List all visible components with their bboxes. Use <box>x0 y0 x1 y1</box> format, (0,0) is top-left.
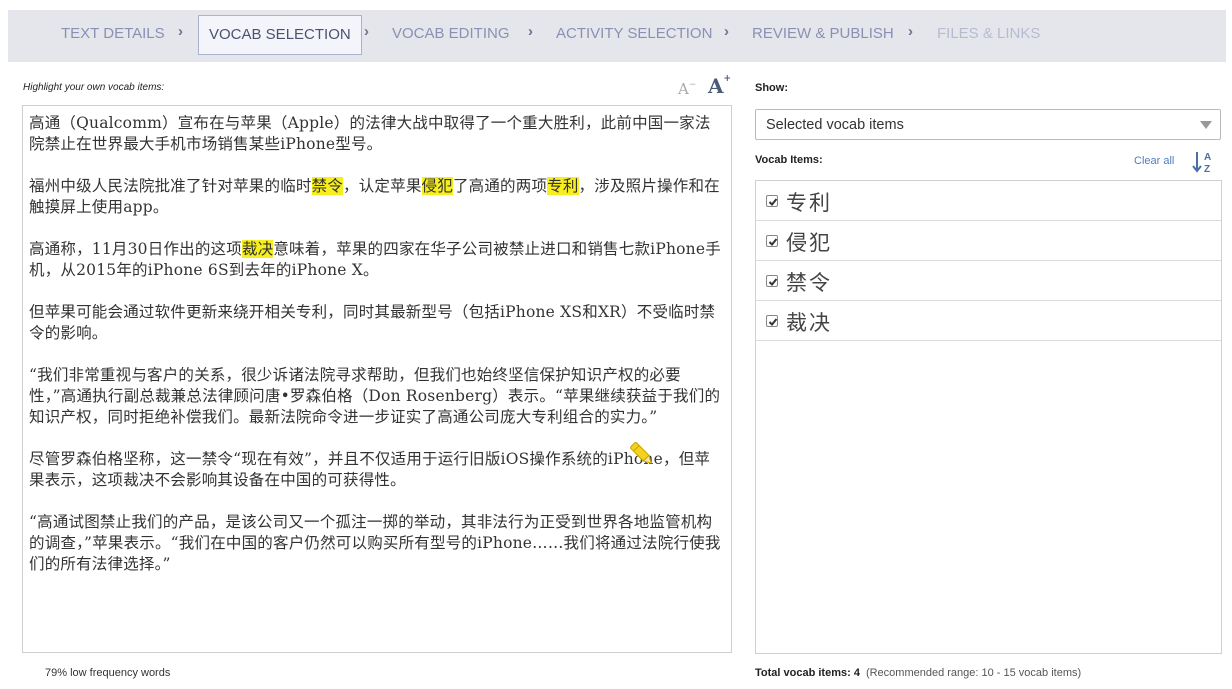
article-paragraph[interactable]: 福州中级人民法院批准了针对苹果的临时禁令，认定苹果侵犯了高通的两项专利，涉及照片… <box>29 176 725 218</box>
article-paragraph[interactable]: 但苹果可能会通过软件更新来绕开相关专利，同时其最新型号（包括iPhone XS和… <box>29 302 725 344</box>
svg-text:Z: Z <box>1204 164 1210 175</box>
vocab-word: 禁令 <box>786 271 832 295</box>
sort-az-icon[interactable]: A Z <box>1190 149 1218 175</box>
show-label: Show: <box>755 82 788 94</box>
highlighted-vocab[interactable]: 专利 <box>547 177 579 195</box>
article-paragraph[interactable]: 高通称，11月30日作出的这项裁决意味着，苹果的四家在华子公司被禁止进口和销售七… <box>29 239 725 281</box>
vocab-item[interactable]: 裁决 <box>756 301 1221 341</box>
vocab-checkbox[interactable] <box>766 195 778 207</box>
chevron-down-icon <box>1200 121 1212 129</box>
step-vocab-selection[interactable]: VOCAB SELECTION <box>198 15 362 55</box>
article-paragraph[interactable]: “高通试图禁止我们的产品，是该公司又一个孤注一掷的举动，其非法行为正受到世界各地… <box>29 512 725 575</box>
highlight-instruction: Highlight your own vocab items: <box>23 82 165 93</box>
vocab-checkbox[interactable] <box>766 235 778 247</box>
vocab-word: 专利 <box>786 191 832 215</box>
checkmark-icon <box>768 198 778 206</box>
paragraph-text: “我们非常重视与客户的关系，很少诉诸法院寻求帮助，但我们也始终坚信保护知识产权的… <box>29 366 721 426</box>
vocab-item[interactable]: 专利 <box>756 181 1221 221</box>
highlighted-vocab[interactable]: 禁令 <box>311 177 344 195</box>
show-filter-select[interactable]: Selected vocab items <box>755 109 1221 140</box>
article-text-area[interactable]: 高通（Qualcomm）宣布在与苹果（Apple）的法律大战中取得了一个重大胜利… <box>22 105 732 653</box>
vocab-checkbox[interactable] <box>766 315 778 327</box>
svg-text:A: A <box>1204 152 1211 163</box>
vocab-item[interactable]: 侵犯 <box>756 221 1221 261</box>
font-decrease-sign: − <box>688 80 697 90</box>
paragraph-text: 高通称，11月30日作出的这项 <box>29 240 242 258</box>
paragraph-text: ，认定苹果 <box>343 177 422 195</box>
chevron-right-icon: › <box>724 23 729 40</box>
step-review-publish[interactable]: REVIEW & PUBLISH <box>752 25 894 42</box>
vocab-item[interactable]: 禁令 <box>756 261 1221 301</box>
checkmark-icon <box>768 238 778 246</box>
chevron-right-icon: › <box>908 23 913 40</box>
chevron-right-icon: › <box>528 23 533 40</box>
total-vocab-count: Total vocab items: 4 (Recommended range: … <box>755 667 1081 679</box>
step-activity-selection[interactable]: ACTIVITY SELECTION <box>556 25 712 42</box>
font-increase-button[interactable]: A+ <box>708 74 731 98</box>
paragraph-text: “高通试图禁止我们的产品，是该公司又一个孤注一掷的举动，其非法行为正受到世界各地… <box>29 513 721 573</box>
step-files-links: FILES & LINKS <box>937 25 1041 42</box>
highlighted-vocab[interactable]: 侵犯 <box>421 177 453 195</box>
paragraph-text: 但苹果可能会通过软件更新来绕开相关专利，同时其最新型号（包括iPhone XS和… <box>29 303 716 342</box>
font-increase-letter: A <box>708 74 724 98</box>
step-text-details[interactable]: TEXT DETAILS <box>61 25 165 42</box>
clear-all-link[interactable]: Clear all <box>1134 155 1174 167</box>
paragraph-text: 高通（Qualcomm）宣布在与苹果（Apple）的法律大战中取得了一个重大胜利… <box>29 114 711 153</box>
highlighted-vocab[interactable]: 裁决 <box>241 240 274 258</box>
article-paragraph[interactable]: 尽管罗森伯格坚称，这一禁令“现在有效”，并且不仅适用于运行旧版iOS操作系统的i… <box>29 449 725 491</box>
article-text[interactable]: 高通（Qualcomm）宣布在与苹果（Apple）的法律大战中取得了一个重大胜利… <box>29 113 725 596</box>
highlighter-pencil-icon <box>630 442 652 464</box>
checkmark-icon <box>768 318 778 326</box>
paragraph-text: 了高通的两项 <box>452 177 548 195</box>
vocab-checkbox[interactable] <box>766 275 778 287</box>
article-paragraph[interactable]: “我们非常重视与客户的关系，很少诉诸法院寻求帮助，但我们也始终坚信保护知识产权的… <box>29 365 725 428</box>
step-navigation: TEXT DETAILS › VOCAB SELECTION › VOCAB E… <box>8 10 1226 62</box>
font-decrease-button[interactable]: A− <box>678 80 696 98</box>
font-increase-sign: + <box>723 74 732 84</box>
vocab-items-list: 专利 侵犯 禁令 裁决 <box>755 180 1222 654</box>
show-filter-value: Selected vocab items <box>766 117 904 133</box>
frequency-note: 79% low frequency words <box>45 667 171 679</box>
recommended-range-note: (Recommended range: 10 - 15 vocab items) <box>865 667 1082 679</box>
chevron-right-icon: › <box>364 23 369 40</box>
font-decrease-letter: A <box>678 80 689 98</box>
checkmark-icon <box>768 278 778 286</box>
vocab-items-label: Vocab Items: <box>755 154 823 166</box>
paragraph-text: 福州中级人民法院批准了针对苹果的临时 <box>29 177 312 195</box>
vocab-word: 裁决 <box>786 311 832 335</box>
chevron-right-icon: › <box>178 23 183 40</box>
article-paragraph[interactable]: 高通（Qualcomm）宣布在与苹果（Apple）的法律大战中取得了一个重大胜利… <box>29 113 725 155</box>
total-vocab-label: Total vocab items: 4 <box>755 667 860 679</box>
vocab-word: 侵犯 <box>786 231 832 255</box>
paragraph-text: 尽管罗森伯格坚称，这一禁令“现在有效”，并且不仅适用于运行旧版iOS操作系统的i… <box>29 450 711 489</box>
step-vocab-editing[interactable]: VOCAB EDITING <box>392 25 510 42</box>
